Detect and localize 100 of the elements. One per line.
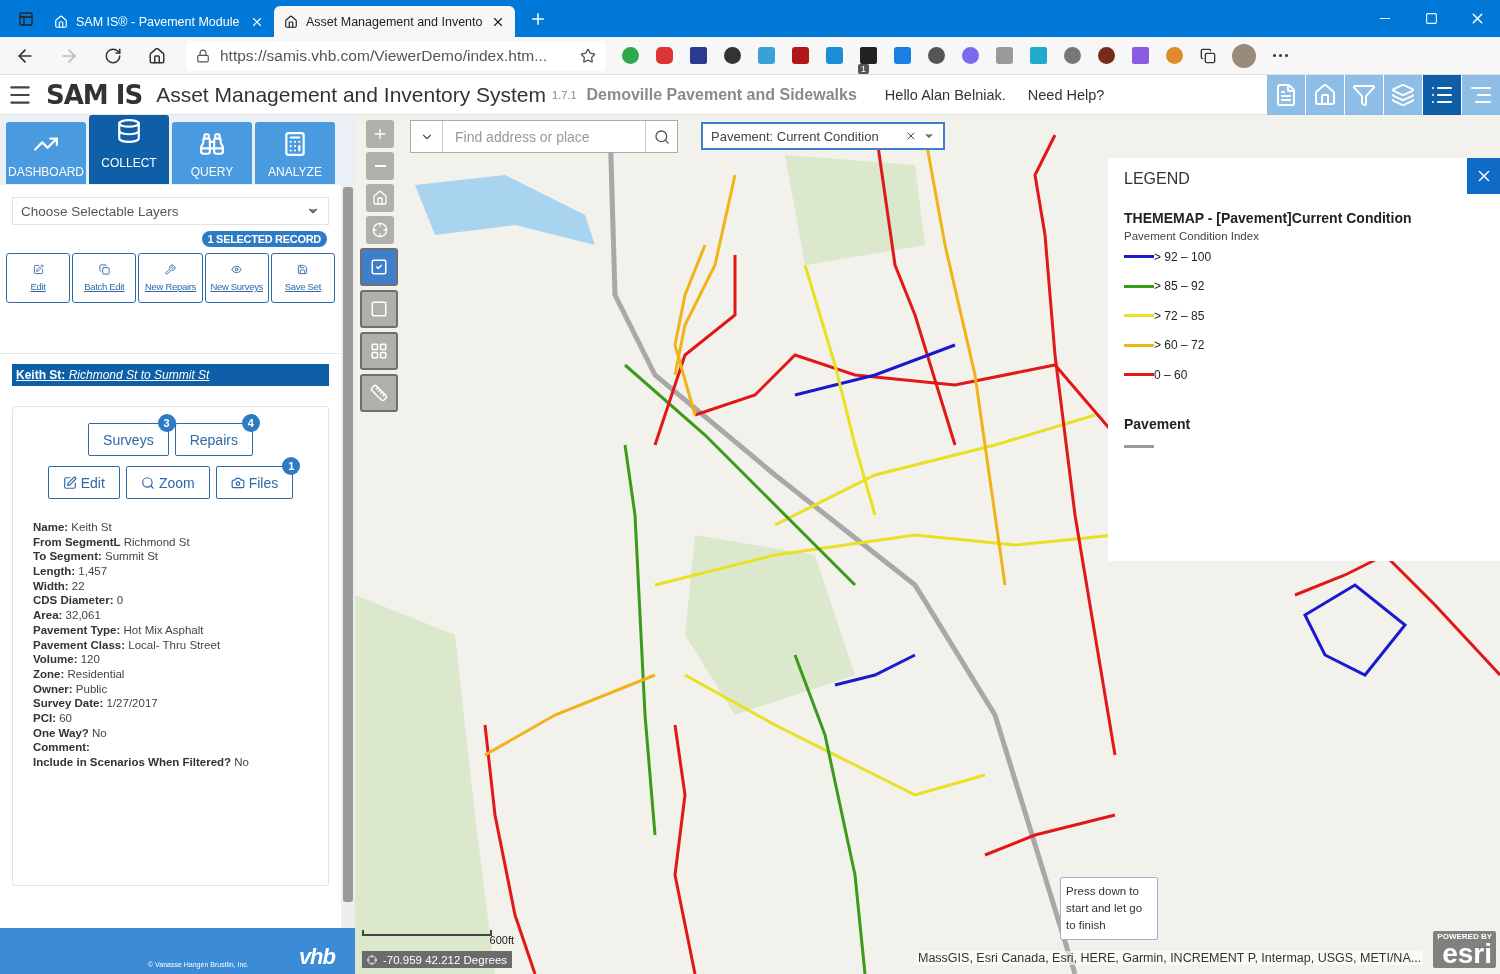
legend-label: > 60 – 72 (1154, 338, 1205, 353)
copy-icon (98, 264, 110, 275)
square-icon (370, 300, 388, 318)
grid-icon (370, 342, 388, 360)
home-icon (1313, 82, 1337, 107)
record-button[interactable]: Edit (47, 466, 120, 499)
attribute-line: Pavement Type: Hot Mix Asphalt (33, 623, 205, 636)
calculator-icon (282, 131, 308, 157)
database-icon (116, 118, 142, 144)
esri-logo: esri (1442, 941, 1492, 967)
extension-icon[interactable] (858, 45, 878, 66)
minimize-icon (1380, 18, 1390, 19)
extension-icon[interactable] (926, 45, 946, 66)
home-icon (372, 190, 388, 206)
search-bar[interactable]: Find address or place (410, 120, 678, 153)
app-logo: SAM IS (46, 79, 143, 110)
attribute-line: Zone: Residential (33, 667, 126, 680)
camera-icon (230, 475, 245, 490)
zoom-in-icon (372, 126, 388, 142)
save-icon (297, 264, 309, 275)
profile-avatar[interactable] (1232, 43, 1256, 68)
home-tool-button[interactable] (1306, 74, 1344, 115)
clear-icon (905, 130, 917, 142)
filter-icon (1352, 82, 1376, 107)
project-name: Demoville Pavement and Sidewalks (586, 85, 857, 104)
layer-select[interactable]: Choose Selectable Layers (12, 197, 329, 225)
edit-icon (1274, 82, 1298, 107)
scrollbar-thumb[interactable] (343, 187, 353, 902)
locate-icon (372, 222, 388, 238)
browser-tab[interactable]: Asset Management and Invento (274, 6, 515, 37)
hint-tooltip: Press down to start and let go to finish (1060, 877, 1158, 940)
scale-label: 600ft (489, 934, 514, 946)
extension-icon[interactable] (722, 45, 742, 66)
extension-icon[interactable] (1096, 45, 1116, 66)
crosshair-icon (367, 954, 377, 965)
search-icon (653, 128, 670, 145)
action-button[interactable]: Save Set (270, 253, 335, 303)
app-title: Asset Management and Inventory System (156, 82, 547, 107)
attribute-line: Area: 32,061 (33, 609, 102, 622)
edit-icon (32, 264, 44, 275)
address-field[interactable]: https://samis.vhb.com/ViewerDemo/index.htm... (186, 40, 606, 71)
action-button[interactable]: New Repairs (138, 253, 203, 303)
legend-group-title: THEMEMAP - [Pavement]Current Condition (1124, 210, 1413, 226)
attribute-line: PCI: 60 (33, 711, 73, 724)
extension-icon[interactable] (688, 45, 708, 66)
count-badge: 1 (282, 457, 301, 475)
attribute-line: Include in Scenarios When Filtered? No (33, 756, 250, 768)
ruler-tool-button[interactable] (360, 374, 398, 412)
help-link[interactable]: Need Help? (1027, 86, 1105, 103)
company-logo: vhb (298, 944, 335, 970)
theme-layer-select[interactable]: Pavement: Current Condition (701, 122, 945, 150)
attribute-line: From SegmentL Richmond St (33, 535, 191, 548)
count-badge: 4 (241, 414, 260, 432)
eye-icon (231, 264, 243, 275)
attribute-line: Width: 22 (33, 579, 86, 592)
attribute-line: One Way? No (33, 726, 108, 739)
list-tool-button[interactable] (1423, 74, 1461, 115)
selected-record-badge: 1 SELECTED RECORD (201, 231, 327, 247)
legend-title: LEGEND (1124, 170, 1191, 188)
edit-tool-button[interactable] (1267, 74, 1305, 115)
action-button[interactable]: Batch Edit (72, 253, 137, 303)
reload-icon (104, 46, 122, 65)
collections-icon (1200, 47, 1216, 64)
legend-subtitle: Pavement Condition Index (1124, 230, 1260, 242)
powered-by-label: POWERED BY (1437, 932, 1492, 941)
grid-tool-button[interactable] (360, 332, 398, 370)
wrench-icon (165, 264, 176, 275)
extension-icon[interactable] (790, 45, 810, 66)
coordinates-readout: -70.959 42.212 Degrees (362, 951, 513, 968)
user-greeting[interactable]: Hello Alan Belniak. (884, 86, 1006, 103)
home-tool-button[interactable] (366, 184, 394, 212)
attribute-line: Comment: (33, 741, 91, 754)
version-label: 1.7.1 (552, 88, 577, 101)
attribute-line: Volume: 120 (33, 653, 101, 666)
module-tab[interactable]: COLLECT (89, 115, 169, 184)
browser-tab[interactable]: SAM IS® - Pavement Module (44, 6, 274, 37)
checkbox-tool-button[interactable] (360, 248, 398, 286)
segment-title-link[interactable]: Keith St: Richmond St to Summit St (12, 364, 329, 386)
map-attribution: MassGIS, Esri Canada, Esri, HERE, Garmin, INCREMENT P, Intermap, USGS, METI/NA... (916, 951, 1424, 965)
count-badge: 3 (157, 414, 176, 432)
zoom-out-tool-button[interactable] (366, 152, 394, 180)
square-tool-button[interactable] (360, 290, 398, 328)
record-button[interactable]: Zoom (125, 466, 210, 499)
search-icon (140, 475, 155, 490)
legend-group-title: Pavement (1124, 415, 1192, 432)
filter-tool-button[interactable] (1345, 74, 1383, 115)
minus-icon (374, 165, 386, 167)
extension-badge: 1 (858, 64, 869, 74)
legend-label: > 85 – 92 (1154, 279, 1205, 294)
action-button[interactable]: Edit (6, 253, 71, 303)
attribute-line: Length: 1,457 (33, 565, 109, 578)
zoom-in-tool-button[interactable] (366, 120, 394, 148)
action-button[interactable]: New Surveys (204, 253, 269, 303)
attribute-line: To Segment: Summit St (33, 550, 160, 563)
close-button[interactable] (1467, 158, 1500, 194)
locate-tool-button[interactable] (366, 216, 394, 244)
checkbox-icon (370, 258, 388, 276)
attribute-line: Owner: Public (33, 682, 109, 695)
attribute-line: Pavement Class: Local- Thru Street (33, 638, 222, 651)
edit-icon (62, 475, 77, 490)
